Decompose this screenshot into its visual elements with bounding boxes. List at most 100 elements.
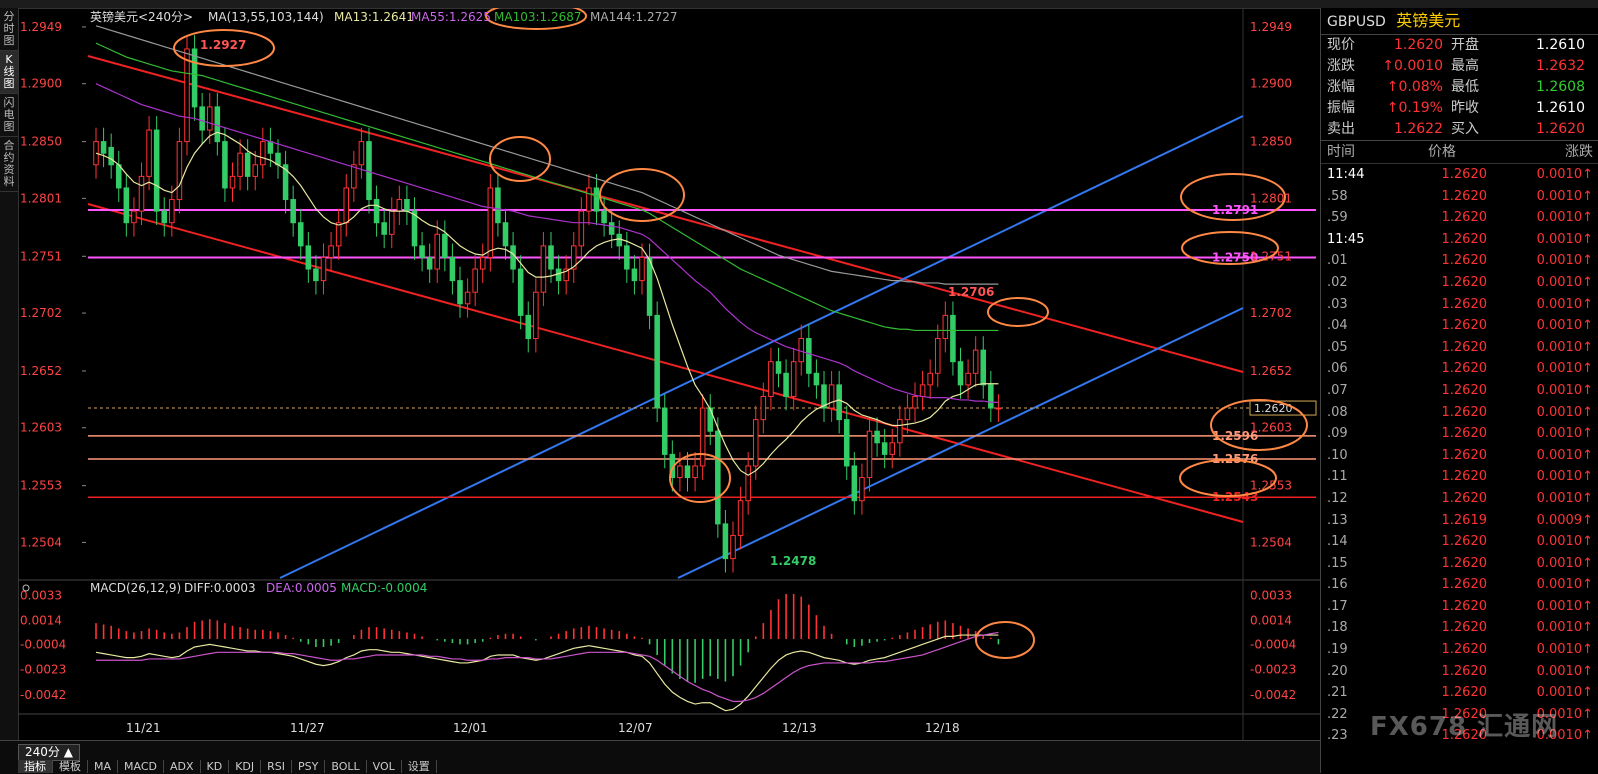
indicator-tab[interactable]: MACD — [118, 760, 164, 773]
tick-time: .13 — [1327, 512, 1348, 528]
candle-body — [388, 210, 395, 235]
tick-price: 1.2620 — [1441, 339, 1488, 355]
indicator-tab[interactable]: 指标 — [18, 760, 53, 773]
indicator-tab[interactable]: 模板 — [53, 760, 88, 773]
indicator-tab[interactable]: KDJ — [229, 760, 262, 773]
candle-body — [184, 48, 190, 143]
left-nav: 分时图 K线图 闪电图 合约资料 — [0, 8, 19, 740]
legend-item: MA144:1.2727 — [590, 10, 678, 24]
candle-body — [768, 361, 774, 397]
tick-time: .59 — [1327, 210, 1348, 226]
quote-value: ↑0.19% — [1386, 100, 1443, 116]
tick-time: .05 — [1327, 339, 1348, 355]
candle-body — [502, 222, 509, 247]
candle-body — [851, 465, 858, 502]
candle-body — [950, 314, 956, 363]
candle-body — [146, 129, 152, 177]
candle-body — [297, 222, 304, 247]
tick-change: 0.0010↑ — [1536, 382, 1593, 398]
tick-header-time: 时间 — [1327, 144, 1355, 160]
candle-body — [548, 245, 554, 270]
tick-change: 0.0010↑ — [1536, 426, 1593, 442]
ma144-line — [95, 25, 999, 285]
tick-time: .19 — [1327, 642, 1348, 658]
tick-time: .21 — [1327, 685, 1348, 701]
tick-price: 1.2620 — [1441, 404, 1488, 420]
tick-change: 0.0010↑ — [1536, 296, 1593, 312]
candle-body — [919, 384, 926, 397]
nav-kline[interactable]: K线图 — [0, 51, 18, 94]
nav-flash[interactable]: 闪电图 — [0, 94, 18, 137]
candle-body — [153, 129, 160, 212]
candle-body — [108, 146, 114, 166]
nav-contract-info[interactable]: 合约资料 — [0, 137, 18, 192]
tick-change: 0.0010↑ — [1536, 555, 1593, 571]
macd-tick-label-right: -0.0042 — [1250, 688, 1296, 702]
macd-tick-label: -0.0023 — [20, 663, 66, 677]
price-tick-label-right: 1.2652 — [1250, 364, 1292, 378]
candle-body — [828, 384, 835, 409]
macd-tick-label: -0.0004 — [20, 637, 66, 651]
quote-value: 1.2610 — [1536, 100, 1585, 116]
candle-body — [980, 349, 987, 386]
price-tick-label-right: 1.2702 — [1250, 306, 1292, 320]
candle-body — [904, 407, 911, 421]
tick-change: 0.0010↑ — [1536, 598, 1593, 614]
quote-grid: 现价 1.2620 开盘 1.2610 涨跌 ↑0.0010 最高 1.2632 涨幅 ↑0.08… — [1321, 35, 1598, 141]
tick-time: .03 — [1327, 296, 1348, 312]
candle-body — [730, 534, 736, 560]
tick-row: .13 1.2619 0.0009↑ — [1321, 510, 1598, 532]
candle-body — [510, 245, 516, 270]
tick-price: 1.2620 — [1441, 598, 1488, 614]
candle-body — [479, 256, 486, 270]
quote-value: ↑0.08% — [1386, 79, 1443, 95]
indicator-tab[interactable]: KD — [201, 760, 230, 773]
candle-body — [737, 500, 744, 536]
macd-tick-label-right: -0.0004 — [1250, 637, 1296, 651]
quote-title: GBPUSD 英镑美元 — [1321, 8, 1598, 35]
candle-body — [972, 349, 979, 374]
candle-body — [472, 268, 478, 293]
tick-change: 0.0010↑ — [1536, 663, 1593, 679]
price-tick-label: 1.2553 — [20, 479, 62, 493]
candle-body — [540, 245, 547, 293]
indicator-tab[interactable]: RSI — [261, 760, 293, 773]
indicator-tab[interactable]: ADX — [164, 760, 201, 773]
legend: 英镑美元<240分> MA(13,55,103,144) MA13:1.2641MA… — [22, 9, 678, 595]
kline-chart[interactable]: 1.27911.27501.25961.25761.25431.2620 1.2… — [18, 8, 1320, 740]
candle-body — [783, 372, 789, 397]
indicator-tab[interactable]: 设置 — [402, 760, 437, 773]
tick-change: 0.0010↑ — [1536, 339, 1593, 355]
symbol-code: GBPUSD — [1327, 14, 1386, 30]
indicator-tab[interactable]: MA — [88, 760, 119, 773]
candle-body — [434, 233, 441, 270]
candle-body — [442, 233, 448, 258]
tick-row: .59 1.2620 0.0010↑ — [1321, 207, 1598, 229]
tick-list[interactable]: 11:44 1.2620 0.0010↑ .58 1.2620 0.0010↑ .59 1.2… — [1321, 164, 1598, 747]
nav-timeshare[interactable]: 分时图 — [0, 8, 18, 51]
tick-price: 1.2620 — [1441, 188, 1488, 204]
highlight-circle — [599, 168, 685, 222]
tick-time: .18 — [1327, 620, 1348, 636]
candle-body — [843, 419, 850, 467]
candle-body — [912, 395, 918, 409]
indicator-tab[interactable]: VOL — [367, 760, 402, 773]
date-tick-label: 12/13 — [782, 721, 817, 735]
quote-value: 1.2622 — [1394, 121, 1443, 137]
price-tick-label-right: 1.2949 — [1250, 20, 1292, 34]
quote-label: 开盘 — [1451, 37, 1479, 53]
tick-header-change: 涨跌 — [1565, 144, 1593, 160]
indicator-tab[interactable]: PSY — [292, 760, 326, 773]
tick-price: 1.2620 — [1441, 577, 1488, 593]
price-tick-label: 1.2702 — [20, 306, 62, 320]
macd-legend-item: DIFF:0.0003 — [184, 581, 256, 595]
tick-price: 1.2620 — [1441, 253, 1488, 269]
tick-time: .14 — [1327, 534, 1348, 550]
candle-body — [457, 280, 463, 305]
indicator-tab[interactable]: BOLL — [325, 760, 367, 773]
tick-price: 1.2620 — [1441, 167, 1488, 182]
quote-label: 昨收 — [1451, 100, 1479, 116]
tick-price: 1.2620 — [1441, 274, 1488, 290]
candle-body — [988, 384, 994, 409]
timeframe-selector[interactable]: 240分 ▲ — [18, 744, 80, 761]
